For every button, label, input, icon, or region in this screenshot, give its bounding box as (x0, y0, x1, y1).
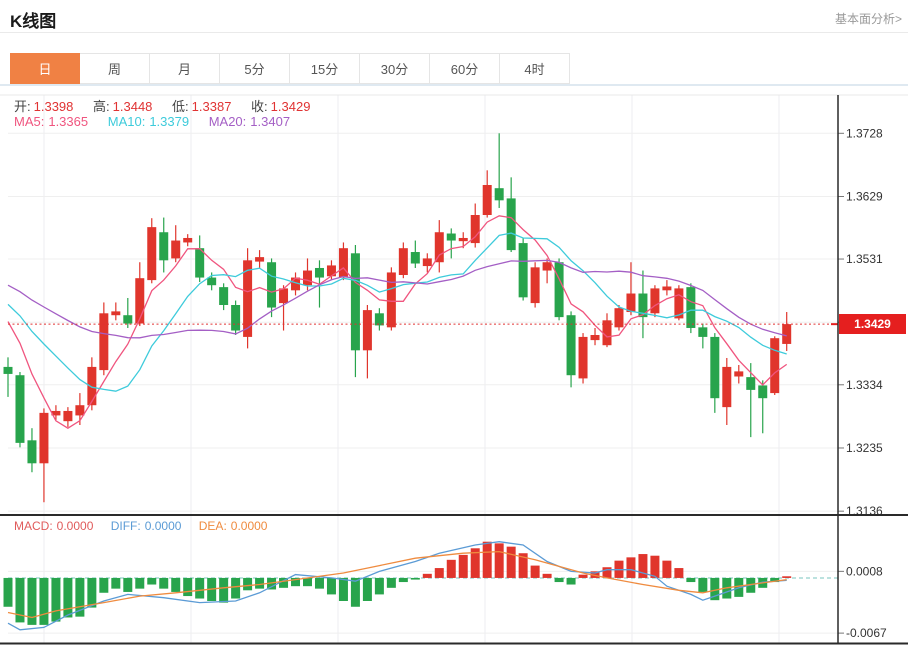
ma-readout: MA5: 1.3365 MA10:1.3379 MA20:1.3407 (14, 114, 306, 129)
tab-day[interactable]: 日 (10, 53, 80, 84)
tab-60min[interactable]: 60分 (430, 53, 500, 84)
dea-value: 0.0000 (231, 519, 268, 533)
ma20-value: 1.3407 (250, 114, 290, 129)
fundamental-analysis-link[interactable]: 基本面分析> (835, 10, 902, 27)
close-label: 收: (251, 99, 268, 114)
high-label: 高: (93, 99, 110, 114)
svg-text:1.3728: 1.3728 (846, 126, 883, 140)
macd-label: MACD: (14, 519, 53, 533)
ma10-label: MA10: (108, 114, 146, 129)
ma20-label: MA20: (209, 114, 247, 129)
diff-label: DIFF: (111, 519, 141, 533)
svg-text:1.3136: 1.3136 (846, 504, 883, 518)
ohlc-readout: 开:1.3398 高:1.3448 低:1.3387 收:1.3429 (14, 96, 326, 115)
svg-text:0.0008: 0.0008 (846, 564, 883, 578)
ma10-value: 1.3379 (149, 114, 189, 129)
current-price-tag: 1.3429 (839, 314, 906, 334)
tab-week[interactable]: 周 (80, 53, 150, 84)
tab-4hour[interactable]: 4时 (500, 53, 570, 84)
svg-text:1.3235: 1.3235 (846, 441, 883, 455)
dea-label: DEA: (199, 519, 227, 533)
kline-chart-canvas[interactable]: 1.3728 1.3629 1.3531 1.3334 1.3235 1.3136 0.00… (0, 86, 908, 646)
tab-15min[interactable]: 15分 (290, 53, 360, 84)
open-label: 开: (14, 99, 31, 114)
low-value: 1.3387 (192, 99, 232, 114)
macd-readout: MACD: 0.0000 DIFF: 0.0000 DEA: 0.0000 (14, 519, 281, 533)
ma5-label: MA5: (14, 114, 44, 129)
page-header: K线图 基本面分析> (0, 0, 908, 33)
diff-value: 0.0000 (145, 519, 182, 533)
svg-text:1.3334: 1.3334 (846, 378, 883, 392)
svg-text:1.3629: 1.3629 (846, 189, 883, 203)
tab-month[interactable]: 月 (150, 53, 220, 84)
chart-region: 1.3728 1.3629 1.3531 1.3334 1.3235 1.3136 0.00… (0, 86, 908, 646)
low-label: 低: (172, 99, 189, 114)
svg-text:-0.0067: -0.0067 (846, 626, 887, 640)
open-value: 1.3398 (34, 99, 74, 114)
high-value: 1.3448 (113, 99, 153, 114)
macd-value: 0.0000 (57, 519, 94, 533)
close-value: 1.3429 (271, 99, 311, 114)
interval-tabbar: 日 周 月 5分 15分 30分 60分 4时 (0, 53, 908, 86)
svg-text:1.3531: 1.3531 (846, 252, 883, 266)
page-title: K线图 (10, 7, 56, 32)
tab-5min[interactable]: 5分 (220, 53, 290, 84)
tab-30min[interactable]: 30分 (360, 53, 430, 84)
ma5-value: 1.3365 (48, 114, 88, 129)
